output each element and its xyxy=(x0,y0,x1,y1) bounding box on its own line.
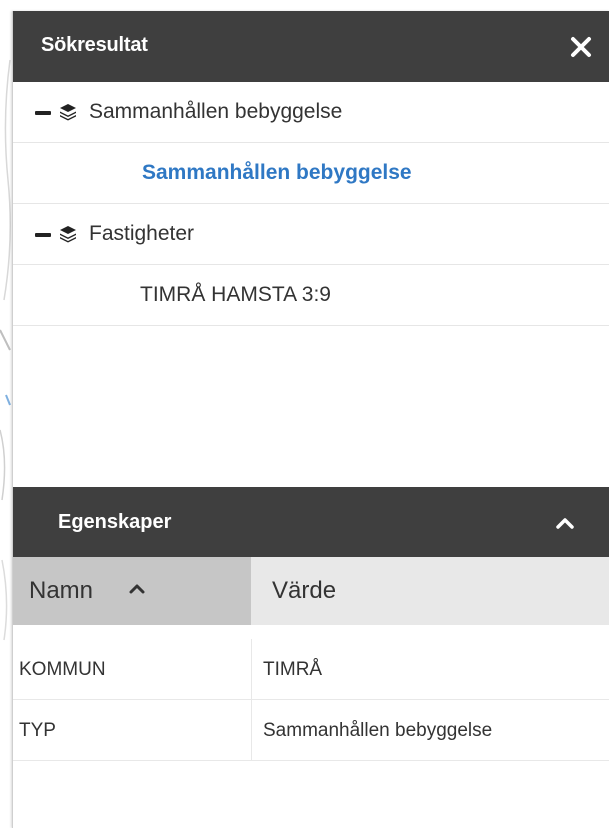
result-item-label[interactable]: TIMRÅ HAMSTA 3:9 xyxy=(140,283,331,307)
table-row: TYP Sammanhållen bebyggelse xyxy=(13,700,609,761)
results-list: Sammanhållen bebyggelse Sammanhållen beb… xyxy=(13,82,609,326)
property-name: TYP xyxy=(19,720,56,741)
column-header-label: Värde xyxy=(272,577,337,604)
property-name: KOMMUN xyxy=(19,659,106,680)
properties-header: Egenskaper xyxy=(13,487,609,557)
property-value: TIMRÅ xyxy=(263,659,323,680)
group-label: Sammanhållen bebyggelse xyxy=(89,100,343,123)
column-divider xyxy=(251,639,252,699)
column-header-label: Namn xyxy=(29,577,94,604)
result-group-fastigheter[interactable]: Fastigheter xyxy=(13,204,609,265)
chevron-up-icon[interactable] xyxy=(554,512,576,534)
search-results-header: Sökresultat xyxy=(13,11,609,82)
properties-title: Egenskaper xyxy=(58,511,172,533)
column-header-name[interactable]: Namn xyxy=(13,557,251,625)
column-divider xyxy=(251,700,252,760)
column-header-value[interactable]: Värde xyxy=(251,557,609,625)
group-label: Fastigheter xyxy=(89,222,195,245)
result-item[interactable]: TIMRÅ HAMSTA 3:9 xyxy=(13,265,609,326)
close-icon[interactable] xyxy=(566,32,596,62)
table-spacer xyxy=(13,625,609,639)
panel-title: Sökresultat xyxy=(41,34,148,56)
sort-ascending-icon[interactable] xyxy=(128,580,146,598)
result-item-label[interactable]: Sammanhållen bebyggelse xyxy=(142,161,412,185)
table-header-row: Namn Värde xyxy=(13,557,609,625)
table-row: KOMMUN TIMRÅ xyxy=(13,639,609,700)
property-value: Sammanhållen bebyggelse xyxy=(263,720,493,741)
collapse-minus-icon[interactable] xyxy=(35,111,51,115)
result-item[interactable]: Sammanhållen bebyggelse xyxy=(13,143,609,204)
search-results-panel: Sökresultat Sammanhållen bebyggelse Samm… xyxy=(12,11,609,828)
layers-icon xyxy=(59,225,77,243)
layers-icon xyxy=(59,103,77,121)
properties-table: Namn Värde KOMMUN TIMRÅ TYP Sammanhållen… xyxy=(13,557,609,761)
result-group-sammanhallen[interactable]: Sammanhållen bebyggelse xyxy=(13,82,609,143)
collapse-minus-icon[interactable] xyxy=(35,233,51,237)
